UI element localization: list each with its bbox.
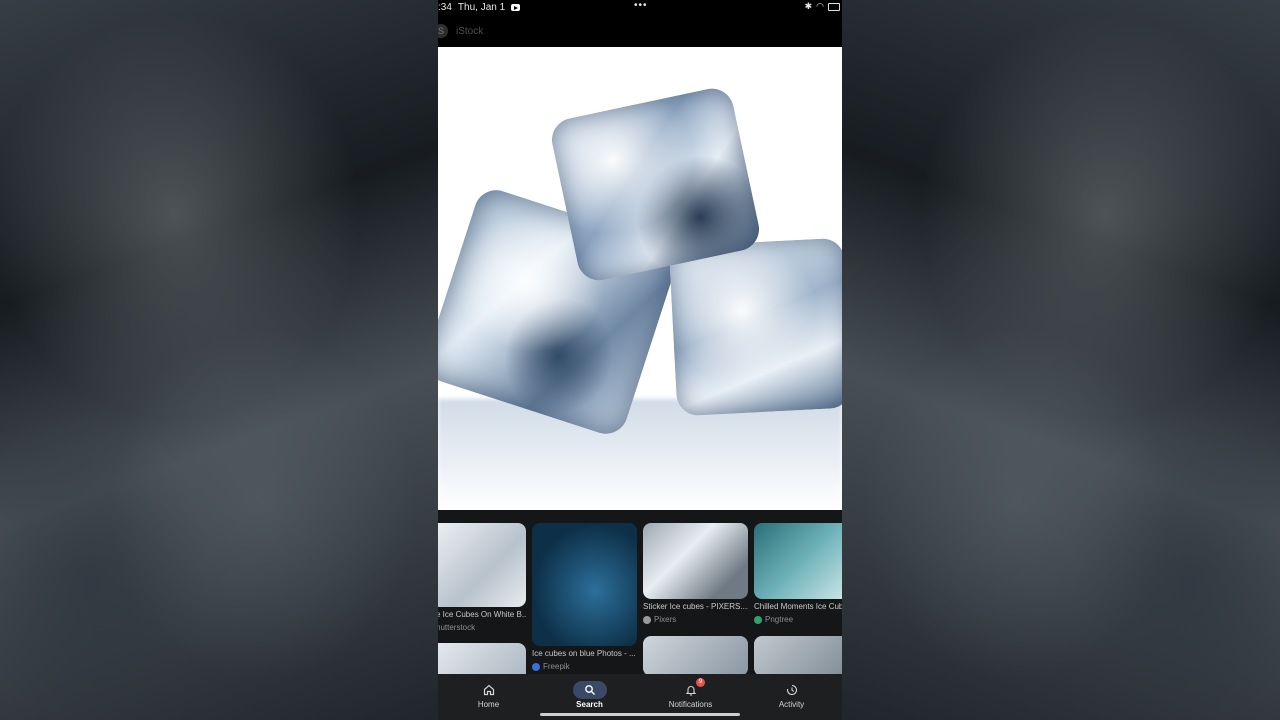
home-indicator[interactable] [540, 713, 740, 716]
notification-badge: 9 [696, 678, 705, 687]
bluetooth-icon: ✱ [804, 1, 813, 11]
source-logo-icon[interactable]: S [438, 24, 448, 38]
related-card[interactable]: Ice cubes on blue Photos - ... Freepik [532, 523, 637, 674]
related-card[interactable]: Chilled Moments Ice Cub... Pngtree [754, 523, 842, 674]
pixers-icon [643, 615, 651, 624]
status-date: Thu, Jan 1 [457, 2, 506, 13]
related-source-name: Freepik [543, 662, 570, 671]
related-source: Freepik [532, 662, 570, 671]
nav-activity-label: Activity [778, 700, 805, 709]
nav-search-label: Search [576, 700, 603, 709]
related-source-name: hutterstock [438, 623, 476, 632]
status-bar: :34 Thu, Jan 1 ••• ✱ ◠ [438, 0, 842, 15]
status-icons: ✱ ◠ [805, 1, 840, 12]
related-source-name: Pixers [654, 615, 677, 624]
related-title[interactable]: Chilled Moments Ice Cub... [754, 602, 842, 611]
ice-cube-right [668, 237, 842, 417]
related-thumbnail[interactable] [438, 523, 526, 607]
related-title[interactable]: Sticker Ice cubes - PIXERS.... [643, 602, 748, 611]
related-card[interactable]: Sticker Ice cubes - PIXERS.... Pixers [643, 523, 748, 674]
nav-activity[interactable]: Activity [741, 674, 842, 720]
history-icon [777, 681, 807, 699]
related-source-name: Pngtree [765, 615, 794, 624]
status-time: :34 [438, 2, 452, 13]
source-name[interactable]: iStock [456, 26, 483, 37]
image-reflection [438, 399, 842, 510]
related-thumbnail[interactable] [532, 523, 637, 646]
wifi-icon: ◠ [816, 1, 824, 11]
nav-home-label: Home [477, 700, 500, 709]
related-images-grid: e Ice Cubes On White B... hutterstock Ic… [438, 510, 842, 674]
related-title[interactable]: Ice cubes on blue Photos - ... [532, 649, 637, 658]
related-title[interactable]: e Ice Cubes On White B... [438, 610, 526, 619]
background-blur-left [0, 0, 438, 720]
battery-icon [828, 2, 840, 11]
background-blur-right [842, 0, 1280, 720]
related-source: hutterstock [438, 623, 475, 632]
related-thumbnail[interactable] [643, 636, 748, 674]
app-screen: :34 Thu, Jan 1 ••• ✱ ◠ S iStock e Ice Cu… [438, 0, 842, 720]
related-thumbnail[interactable] [438, 643, 526, 674]
main-image[interactable] [438, 47, 842, 510]
source-header: S iStock [438, 15, 842, 47]
home-icon [474, 681, 504, 699]
youtube-icon [511, 4, 521, 11]
related-source: Pixers [643, 615, 676, 624]
related-card[interactable]: e Ice Cubes On White B... hutterstock [438, 523, 526, 674]
pngtree-icon [754, 615, 762, 624]
nav-notifications-label: Notifications [668, 700, 713, 709]
freepik-icon [532, 662, 540, 671]
related-source: Pngtree [754, 615, 793, 624]
related-thumbnail[interactable] [643, 523, 748, 599]
more-dots-icon[interactable]: ••• [634, 0, 648, 11]
related-thumbnail[interactable] [754, 636, 842, 674]
nav-home[interactable]: Home [438, 674, 539, 720]
related-thumbnail[interactable] [754, 523, 842, 599]
search-icon [572, 681, 607, 699]
